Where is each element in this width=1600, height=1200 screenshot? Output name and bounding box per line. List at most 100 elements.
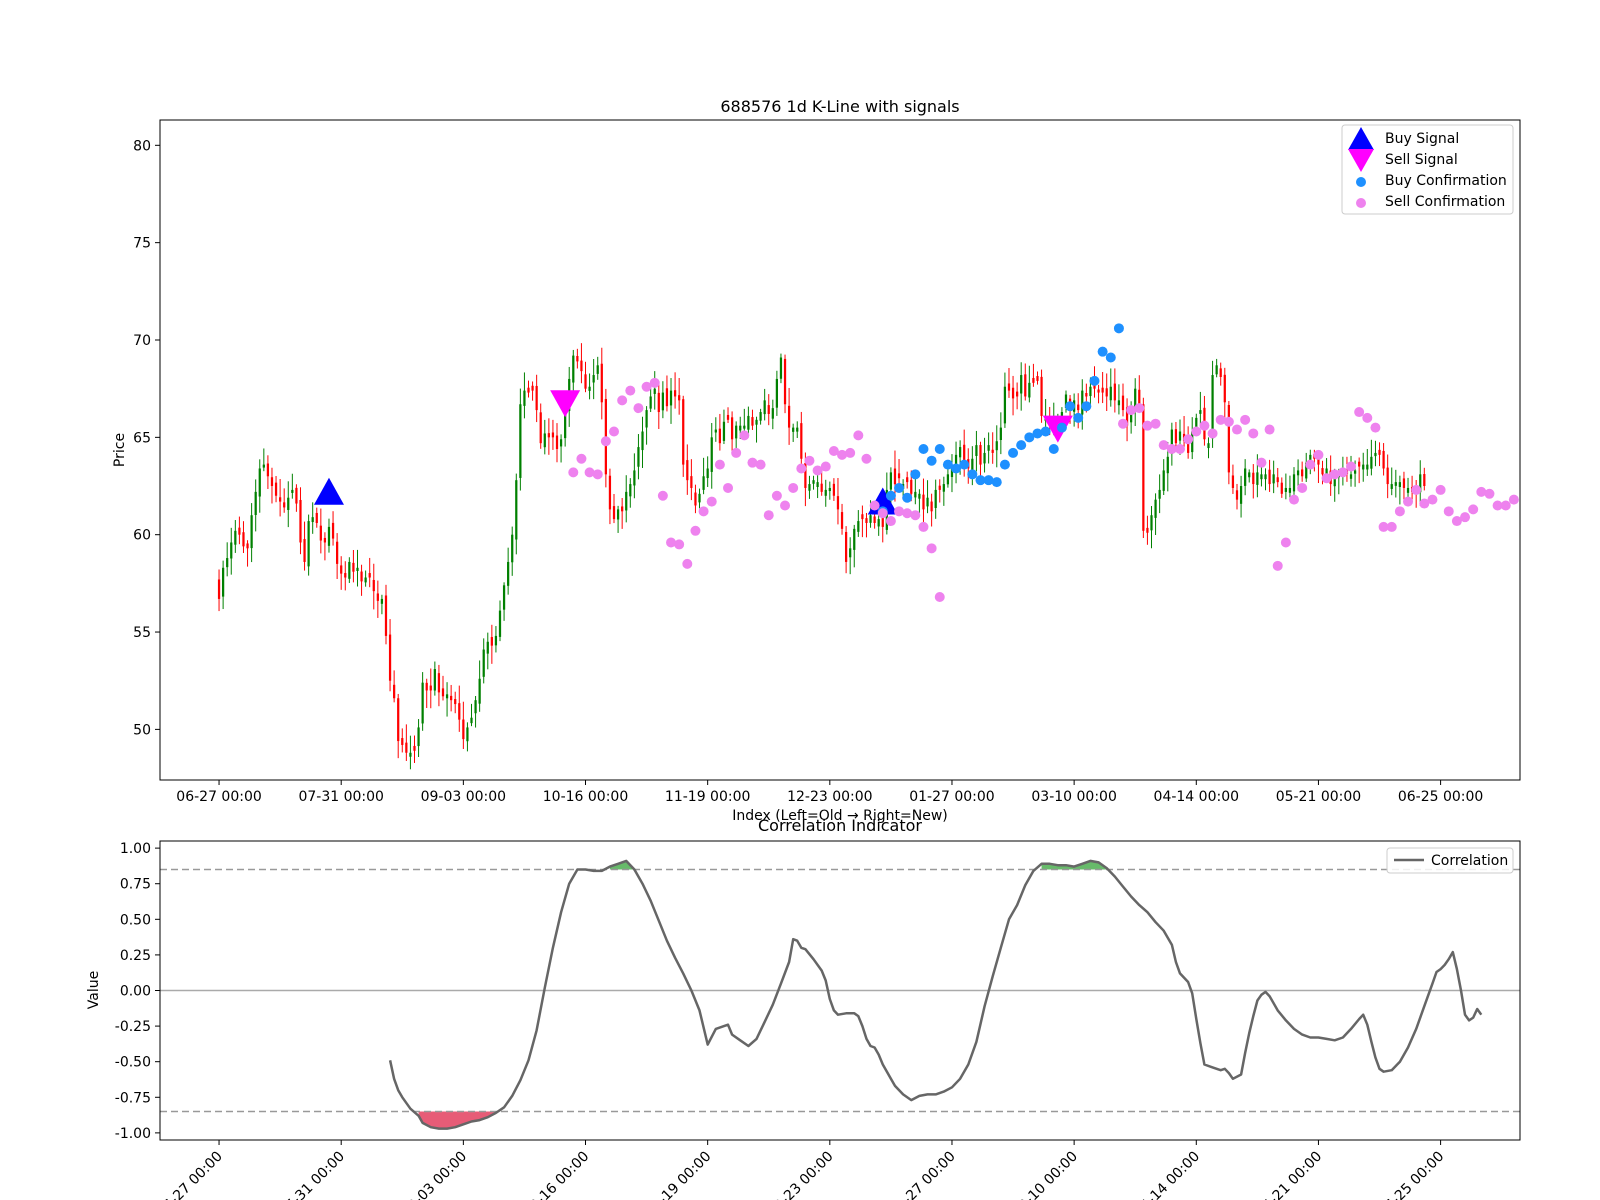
candle-body bbox=[771, 408, 774, 419]
sell-confirmation-point bbox=[1484, 488, 1495, 499]
candle-body bbox=[889, 472, 893, 490]
candle-body bbox=[726, 414, 730, 420]
candle-body bbox=[1390, 484, 1393, 489]
candle-body bbox=[596, 365, 599, 374]
sell-confirmation-point bbox=[1280, 537, 1291, 548]
candle-body bbox=[584, 374, 587, 389]
sell-confirmation-point bbox=[1354, 407, 1365, 418]
sell-confirmation-point bbox=[1386, 521, 1397, 532]
sell-confirmation-point bbox=[576, 453, 587, 464]
candle-body bbox=[1207, 443, 1210, 449]
candle-body bbox=[942, 484, 945, 492]
buy-confirmation-point bbox=[1113, 323, 1124, 334]
candle-body bbox=[1386, 467, 1389, 485]
value-tick-label: 0.25 bbox=[120, 948, 151, 964]
candle-body bbox=[543, 433, 546, 448]
candle-body bbox=[1272, 474, 1275, 484]
buy-confirmation-point bbox=[1065, 401, 1076, 412]
candle-body bbox=[812, 480, 815, 484]
candle-body bbox=[1219, 368, 1222, 377]
candle-body bbox=[1020, 375, 1023, 394]
sell-confirmation-point bbox=[1346, 461, 1357, 472]
candle-body bbox=[295, 487, 298, 504]
price-tick-label: 80 bbox=[133, 138, 151, 154]
buy-confirmation-point bbox=[959, 459, 970, 470]
candle-body bbox=[1040, 376, 1043, 416]
sell-confirmation-point bbox=[625, 385, 636, 396]
candle-body bbox=[1296, 470, 1300, 476]
candle-body bbox=[877, 519, 880, 527]
candle-body bbox=[445, 694, 449, 699]
sell-confirmation-point bbox=[674, 539, 685, 550]
buy-confirmation-point bbox=[926, 455, 937, 466]
candle-body bbox=[730, 417, 734, 440]
correlation-legend: Correlation bbox=[1386, 847, 1514, 874]
candle-body bbox=[1366, 464, 1369, 470]
candle-body bbox=[217, 579, 221, 599]
candle-body bbox=[1028, 382, 1031, 398]
candle-body bbox=[649, 396, 652, 409]
candle-body bbox=[405, 742, 408, 753]
candle-body bbox=[1032, 377, 1035, 383]
sell-confirmation-point bbox=[1175, 444, 1185, 455]
candle-body bbox=[682, 399, 685, 465]
candle-body bbox=[759, 412, 762, 421]
sell-confirmation-point bbox=[1443, 506, 1454, 517]
candle-body bbox=[621, 506, 624, 512]
sell-confirmation-point bbox=[1248, 428, 1259, 439]
candle-body bbox=[384, 595, 388, 636]
sell-confirmation-point bbox=[739, 430, 750, 441]
candle-body bbox=[1362, 464, 1365, 470]
sell-confirmation-point bbox=[1394, 506, 1405, 517]
sell-confirmation-point bbox=[845, 447, 856, 458]
candle-body bbox=[535, 385, 538, 411]
candle-body bbox=[1007, 383, 1011, 391]
candle-body bbox=[429, 685, 432, 691]
candle-body bbox=[722, 421, 726, 441]
legend-buy-confirmation: Buy Confirmation bbox=[1385, 173, 1507, 189]
candle-body bbox=[792, 427, 795, 432]
candle-body bbox=[1292, 474, 1296, 492]
candle-body bbox=[511, 534, 514, 563]
candle-body bbox=[356, 567, 359, 571]
candle-body bbox=[710, 437, 713, 472]
sell-confirmation-point bbox=[1256, 457, 1267, 468]
candle-body bbox=[926, 497, 929, 507]
candle-body bbox=[690, 476, 693, 488]
candle-body bbox=[1003, 386, 1007, 424]
candle-body bbox=[576, 355, 579, 362]
candle-body bbox=[1402, 478, 1406, 488]
buy-confirmation-point bbox=[1040, 426, 1051, 437]
sell-confirmation-point bbox=[796, 463, 807, 474]
buy-confirmation-point bbox=[1081, 401, 1092, 412]
buy-confirmation-point bbox=[1097, 346, 1108, 357]
sell-confirmation-point bbox=[617, 395, 628, 406]
candle-body bbox=[832, 483, 836, 496]
candle-body bbox=[673, 390, 677, 397]
candle-body bbox=[1174, 429, 1178, 444]
candle-body bbox=[840, 512, 844, 529]
candle-body bbox=[319, 525, 322, 541]
candle-body bbox=[698, 493, 701, 503]
candle-body bbox=[861, 514, 864, 520]
sell-confirmation-point bbox=[1297, 482, 1308, 493]
candle-body bbox=[466, 727, 469, 742]
candle-body bbox=[238, 527, 241, 535]
candle-body bbox=[323, 537, 327, 543]
candle-body bbox=[588, 386, 591, 391]
buy-confirmation-point bbox=[999, 459, 1010, 470]
sell-confirmation-point bbox=[1117, 418, 1128, 429]
sell-confirmation-point bbox=[1435, 484, 1446, 495]
sell-confirmation-point bbox=[1191, 426, 1202, 437]
kline-title: 688576 1d K-Line with signals bbox=[720, 97, 959, 116]
candle-body bbox=[1317, 459, 1320, 465]
sell-confirmation-point bbox=[1313, 449, 1324, 460]
candle-body bbox=[507, 561, 510, 586]
sell-confirmation-point bbox=[1508, 494, 1519, 505]
candle-body bbox=[633, 470, 636, 486]
candle-body bbox=[266, 463, 270, 477]
candle-body bbox=[388, 634, 392, 681]
candle-body bbox=[401, 738, 404, 745]
candle-body bbox=[1260, 474, 1263, 480]
candle-body bbox=[849, 548, 852, 558]
